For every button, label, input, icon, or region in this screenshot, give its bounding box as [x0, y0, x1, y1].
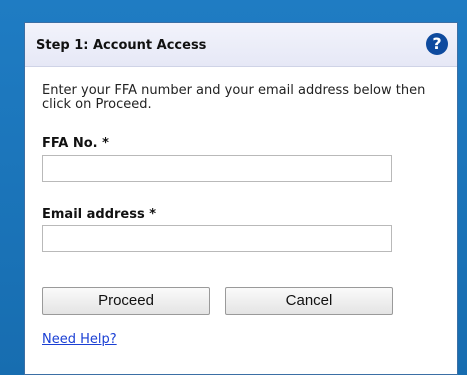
instructions-text: Enter your FFA number and your email add… — [42, 83, 426, 112]
need-help-link[interactable]: Need Help? — [42, 332, 117, 347]
ffa-number-label: FFA No. * — [42, 136, 109, 151]
panel-title: Step 1: Account Access — [36, 38, 207, 53]
page-background: Step 1: Account Access ? Enter your FFA … — [0, 0, 467, 375]
question-circle-icon[interactable]: ? — [426, 33, 448, 55]
ffa-number-input[interactable] — [42, 155, 392, 182]
proceed-button[interactable]: Proceed — [42, 287, 210, 315]
cancel-button[interactable]: Cancel — [225, 287, 393, 315]
panel-header: Step 1: Account Access ? — [25, 23, 457, 67]
email-address-input[interactable] — [42, 225, 392, 252]
account-access-panel: Step 1: Account Access ? Enter your FFA … — [24, 22, 458, 375]
email-address-label: Email address * — [42, 207, 157, 222]
